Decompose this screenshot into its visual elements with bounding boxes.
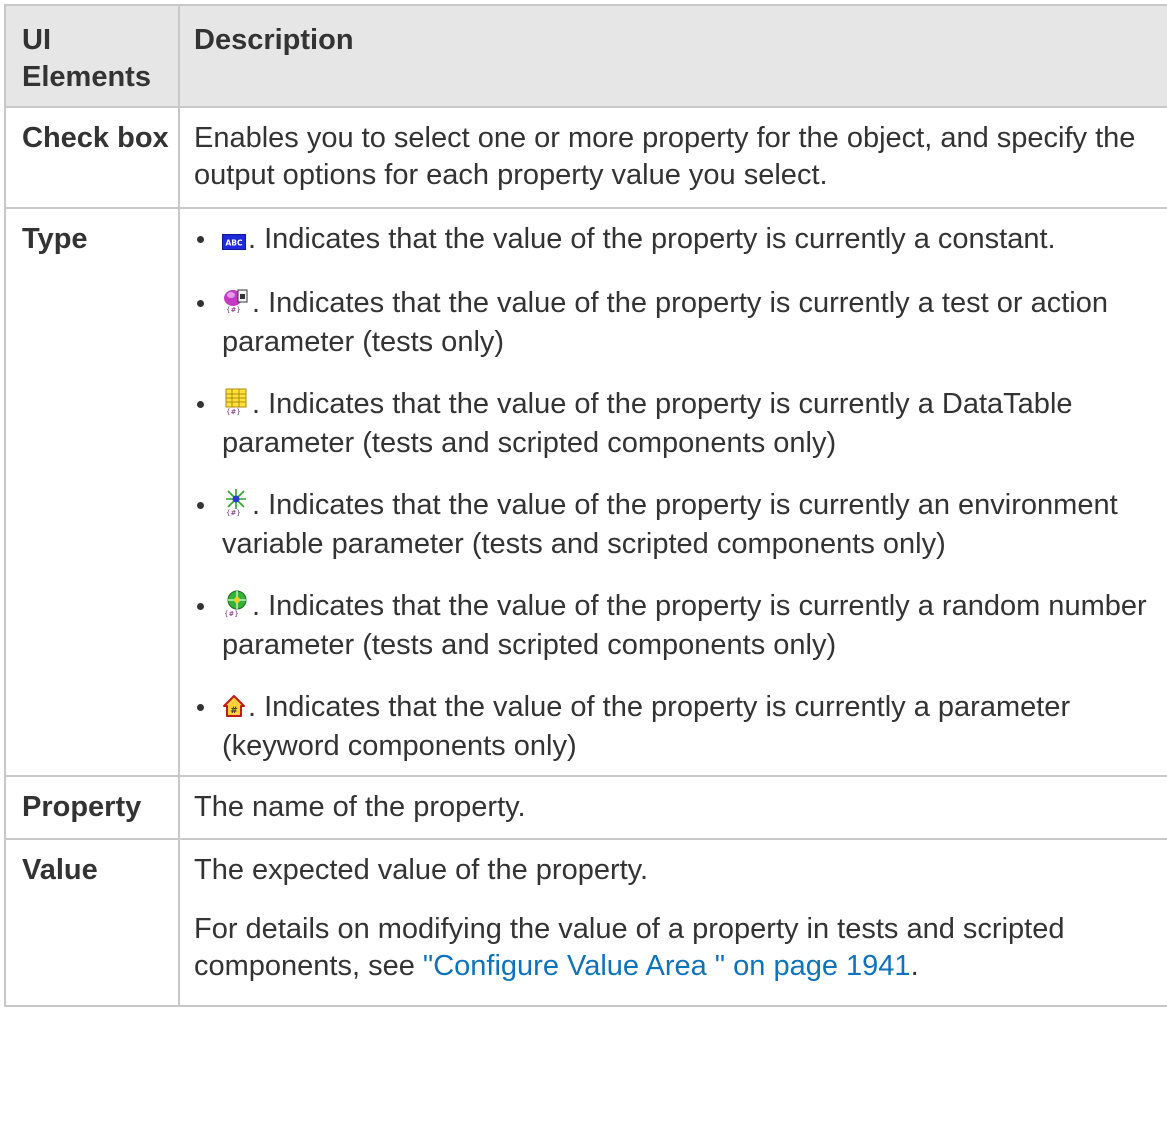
list-item: ABC . Indicates that the value of the pr… <box>194 221 1161 260</box>
test-action-parameter-icon: {#} <box>222 286 250 324</box>
table-row-type: Type ABC . Indicates that the value of t… <box>4 207 1167 777</box>
type-item-text: . Indicates that the value of the proper… <box>222 489 1118 560</box>
svg-text:#: # <box>230 706 238 716</box>
list-item: {#} . Indicates that the value of the pr… <box>194 487 1161 563</box>
configure-value-area-link[interactable]: "Configure Value Area " on page 1941 <box>423 950 911 982</box>
type-icon-list: ABC . Indicates that the value of the pr… <box>194 221 1161 765</box>
bullet-icon <box>197 704 204 711</box>
table-row-check-box: Check box Enables you to select one or m… <box>4 106 1167 209</box>
list-item: {#} . Indicates that the value of the pr… <box>194 386 1161 462</box>
table-row-property: Property The name of the property. <box>4 775 1167 840</box>
table-row-value: Value The expected value of the property… <box>4 838 1167 1007</box>
column-header-ui-elements: UI Elements <box>4 4 180 108</box>
table-header-row: UI Elements Description <box>4 4 1167 108</box>
type-item-text: . Indicates that the value of the proper… <box>222 691 1071 762</box>
bullet-icon <box>197 603 204 610</box>
element-description-check-box: Enables you to select one or more proper… <box>178 106 1167 209</box>
ui-elements-table: UI Elements Description Check box Enable… <box>4 4 1167 1007</box>
environment-variable-icon: {#} <box>222 488 250 526</box>
value-details-paragraph: For details on modifying the value of a … <box>194 911 1161 985</box>
constant-icon: ABC <box>221 223 247 260</box>
svg-text:ABC: ABC <box>225 239 243 248</box>
element-description-property: The name of the property. <box>178 775 1167 840</box>
type-item-text: . Indicates that the value of the proper… <box>222 287 1108 358</box>
svg-text:{#}: {#} <box>226 408 241 415</box>
element-description-type: ABC . Indicates that the value of the pr… <box>178 207 1167 777</box>
svg-text:{#}: {#} <box>224 610 239 617</box>
element-name-check-box: Check box <box>4 106 180 209</box>
element-description-value: The expected value of the property. For … <box>178 838 1167 1007</box>
type-item-text: . Indicates that the value of the proper… <box>222 388 1073 459</box>
list-item: {#} . Indicates that the value of the pr… <box>194 285 1161 361</box>
type-item-text: . Indicates that the value of the proper… <box>248 223 1056 255</box>
bullet-icon <box>197 401 204 408</box>
element-name-property: Property <box>4 775 180 840</box>
keyword-parameter-icon: # <box>222 691 246 728</box>
value-details-suffix: . <box>910 950 919 982</box>
type-item-text: . Indicates that the value of the proper… <box>222 590 1147 661</box>
bullet-icon <box>197 502 204 509</box>
bullet-icon <box>197 236 204 243</box>
list-item: # . Indicates that the value of the prop… <box>194 689 1161 765</box>
column-header-description: Description <box>178 4 1167 108</box>
datatable-parameter-icon: {#} <box>222 387 250 425</box>
bullet-icon <box>197 300 204 307</box>
element-name-type: Type <box>4 207 180 777</box>
element-name-value: Value <box>4 838 180 1007</box>
svg-text:{#}: {#} <box>226 306 241 314</box>
random-number-parameter-icon: {#} <box>222 589 250 627</box>
svg-text:{#}: {#} <box>226 509 241 516</box>
list-item: {#} . Indicates that the value of the pr… <box>194 588 1161 664</box>
value-description: The expected value of the property. <box>194 854 649 886</box>
